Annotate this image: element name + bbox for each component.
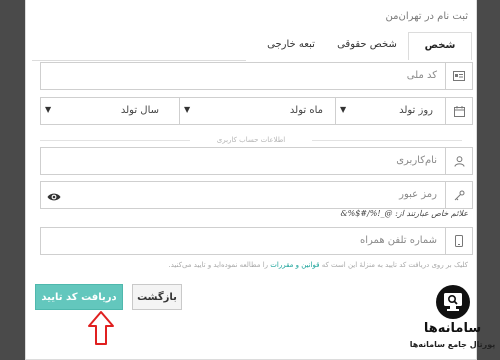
chevron-down-icon: ▼: [340, 105, 347, 114]
terms-link[interactable]: قوانین و مقررات: [270, 261, 319, 269]
username-field[interactable]: نام‌کاربری: [40, 147, 446, 175]
arrow-up-icon: [87, 310, 115, 350]
account-section-label: اطلاعات حساب کاربری: [216, 136, 286, 144]
password-placeholder: رمز عبور: [399, 189, 437, 200]
username-placeholder: نام‌کاربری: [396, 155, 437, 166]
mobile-icon: [445, 227, 473, 255]
brand-name: سامانه‌ها: [423, 321, 482, 336]
brand-tagline: پورتال جامع سامانه‌ها: [409, 340, 496, 349]
birth-day-label: روز تولد: [399, 105, 433, 116]
birth-day-select[interactable]: روز تولد ▼: [335, 97, 446, 125]
brand-watermark: سامانه‌ها پورتال جامع سامانه‌ها: [405, 282, 500, 358]
terms-before: کلیک بر روی دریافت کد تایید به منزلهٔ ای…: [321, 261, 468, 269]
terms-text: کلیک بر روی دریافت کد تایید به منزلهٔ ای…: [169, 261, 468, 269]
phone-field[interactable]: شماره تلفن همراه: [40, 227, 446, 255]
tab-natural-person[interactable]: شخص حقیقی: [408, 32, 472, 77]
tabs-divider: [32, 60, 246, 61]
chevron-down-icon: ▼: [45, 105, 52, 114]
tab-legal-person[interactable]: شخص حقوقی: [332, 32, 402, 60]
birth-month-select[interactable]: ماه تولد ▼: [179, 97, 336, 125]
id-card-icon: [445, 62, 473, 90]
birth-month-label: ماه تولد: [289, 105, 323, 116]
national-code-placeholder: کد ملی: [406, 70, 437, 81]
tab-foreign-national[interactable]: تبعه خارجی: [256, 32, 326, 60]
password-hint: علائم خاص عبارتند از: @_!%/#$%&: [340, 209, 468, 218]
tabs: شخص حقیقی شخص حقوقی تبعه خارجی: [246, 32, 472, 77]
user-icon: [445, 147, 473, 175]
national-code-field[interactable]: کد ملی: [40, 62, 446, 90]
eye-icon[interactable]: [47, 188, 61, 207]
password-field[interactable]: رمز عبور: [40, 181, 446, 209]
birth-year-select[interactable]: سال تولد ▼: [40, 97, 180, 125]
key-icon: [445, 181, 473, 209]
search-monitor-icon: [435, 284, 471, 324]
chevron-down-icon: ▼: [184, 105, 191, 114]
birth-year-label: سال تولد: [120, 105, 159, 116]
back-button[interactable]: بازگشت: [132, 284, 182, 310]
terms-after: را مطالعه نموده‌اید و تایید می‌کنید.: [168, 261, 269, 269]
form-title: ثبت نام در تهران‌من: [385, 11, 468, 22]
get-code-button[interactable]: دریافت کد تایید: [35, 284, 123, 310]
phone-placeholder: شماره تلفن همراه: [360, 235, 437, 246]
calendar-icon: [445, 97, 473, 125]
